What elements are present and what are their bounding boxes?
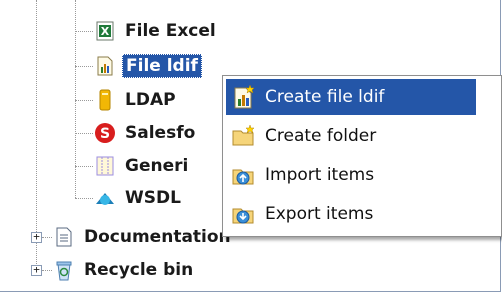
ldap-icon <box>94 89 116 111</box>
tree-item-label: Recycle bin <box>84 260 194 280</box>
wsdl-icon <box>94 187 116 209</box>
context-menu: Create file ldif Create folder Import it… <box>222 75 502 237</box>
menu-item-label: Create folder <box>265 126 377 146</box>
recycle-bin-icon <box>53 259 75 281</box>
tree-connector <box>75 166 93 167</box>
export-items-icon <box>231 201 257 227</box>
menu-item-export-items[interactable]: Export items <box>226 196 476 232</box>
menu-item-label: Import items <box>265 165 375 185</box>
tree-item-documentation[interactable]: Documentation <box>53 224 234 250</box>
tree-item-label: File Excel <box>125 21 216 41</box>
generic-schema-icon <box>94 155 116 177</box>
tree-item-generic[interactable]: Generi <box>94 153 191 179</box>
tree-item-label: Salesfo <box>125 123 196 143</box>
tree-item-label: File ldif <box>122 54 202 78</box>
tree-connector <box>75 0 76 198</box>
salesforce-icon: S <box>94 122 116 144</box>
expand-toggle-recycle-bin[interactable]: + <box>31 264 42 276</box>
tree-item-recycle-bin[interactable]: Recycle bin <box>53 257 196 283</box>
menu-item-create-file-ldif[interactable]: Create file ldif <box>226 79 476 115</box>
svg-text:X: X <box>101 25 110 38</box>
tree-connector <box>75 133 93 134</box>
tree-item-label: WSDL <box>125 188 181 208</box>
svg-text:S: S <box>100 126 110 142</box>
tree-connector <box>75 31 93 32</box>
menu-item-import-items[interactable]: Import items <box>226 157 476 193</box>
tree-connector <box>75 100 93 101</box>
excel-file-icon: X <box>94 20 116 42</box>
create-folder-icon <box>231 123 257 149</box>
expand-toggle-documentation[interactable]: + <box>31 231 42 243</box>
create-file-ldif-icon <box>231 84 257 110</box>
documentation-icon <box>53 226 75 248</box>
ldif-file-icon <box>94 55 116 77</box>
tree-item-wsdl[interactable]: WSDL <box>94 185 184 211</box>
tree-item-label: Generi <box>125 156 189 176</box>
tree-item-label: Documentation <box>84 227 231 247</box>
menu-item-label: Export items <box>265 204 374 224</box>
menu-item-label: Create file ldif <box>265 87 385 107</box>
tree-item-file-ldif[interactable]: File ldif <box>94 53 202 79</box>
tree-connector <box>42 237 52 238</box>
tree-connector <box>75 66 93 67</box>
tree-connector <box>42 270 52 271</box>
tree-connector <box>75 198 93 199</box>
menu-item-create-folder[interactable]: Create folder <box>226 118 476 154</box>
import-items-icon <box>231 162 257 188</box>
tree-item-label: LDAP <box>125 90 176 110</box>
tree-item-ldap[interactable]: LDAP <box>94 87 179 113</box>
tree-item-file-excel[interactable]: X File Excel <box>94 18 219 44</box>
tree-item-salesforce[interactable]: S Salesfo <box>94 120 198 146</box>
